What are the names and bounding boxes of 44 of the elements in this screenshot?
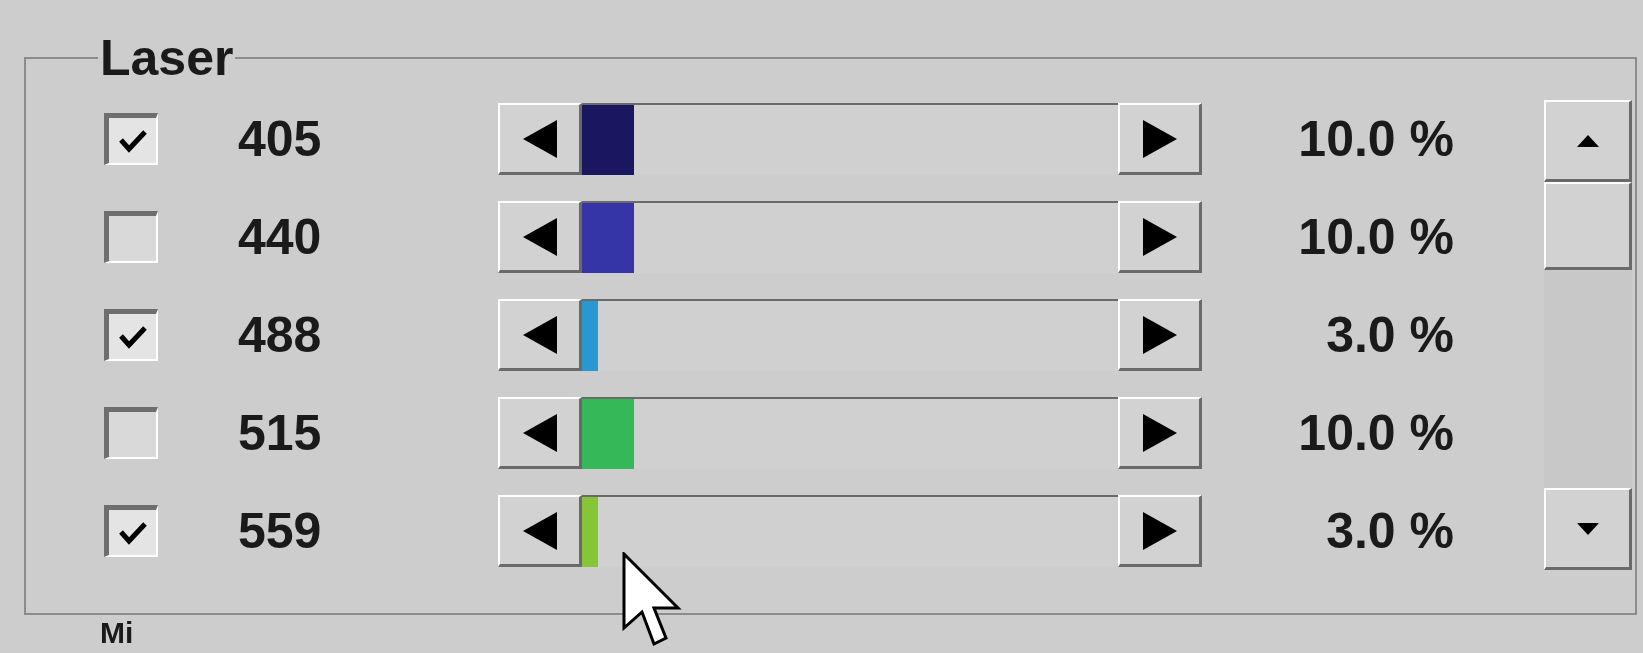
- wavelength-label: 559: [238, 501, 323, 561]
- mouse-pointer-icon: [622, 552, 682, 648]
- left-triangle-icon: [522, 315, 557, 354]
- scroll-thumb[interactable]: [1544, 182, 1632, 270]
- increase-button[interactable]: [1118, 495, 1202, 567]
- scroll-up-button[interactable]: [1544, 100, 1632, 182]
- scroll-down-button[interactable]: [1544, 488, 1632, 570]
- right-triangle-icon: [1142, 119, 1177, 158]
- left-triangle-icon: [522, 413, 557, 452]
- down-triangle-icon: [1576, 522, 1599, 535]
- wavelength-label: 515: [238, 403, 323, 463]
- checkbox[interactable]: [104, 309, 158, 361]
- right-triangle-icon: [1142, 413, 1177, 452]
- wavelength-label: 405: [238, 109, 323, 169]
- right-triangle-icon: [1142, 315, 1177, 354]
- wavelength-label: 488: [238, 305, 323, 365]
- checkbox[interactable]: [104, 211, 158, 263]
- checkbox[interactable]: [104, 505, 158, 557]
- decrease-button[interactable]: [498, 299, 582, 371]
- power-reading: 3.0 %: [1325, 305, 1454, 365]
- power-reading: 10.0 %: [1297, 207, 1454, 267]
- checkbox[interactable]: [104, 113, 158, 165]
- left-triangle-icon: [522, 511, 557, 550]
- decrease-button[interactable]: [498, 495, 582, 567]
- right-triangle-icon: [1142, 217, 1177, 256]
- power-reading: 10.0 %: [1297, 109, 1454, 169]
- power-reading: 3.0 %: [1325, 501, 1454, 561]
- increase-button[interactable]: [1118, 397, 1202, 469]
- decrease-button[interactable]: [498, 103, 582, 175]
- scrollbar[interactable]: [1544, 100, 1632, 570]
- wavelength-label: 440: [238, 207, 323, 267]
- right-triangle-icon: [1142, 511, 1177, 550]
- increase-button[interactable]: [1118, 299, 1202, 371]
- increase-button[interactable]: [1118, 201, 1202, 273]
- checkbox[interactable]: [104, 407, 158, 459]
- group-title: Mi: [100, 617, 135, 649]
- decrease-button[interactable]: [498, 201, 582, 273]
- up-triangle-icon: [1576, 134, 1599, 147]
- group-title: Laser: [99, 30, 235, 86]
- increase-button[interactable]: [1118, 103, 1202, 175]
- power-reading: 10.0 %: [1297, 403, 1454, 463]
- left-triangle-icon: [522, 119, 557, 158]
- left-triangle-icon: [522, 217, 557, 256]
- decrease-button[interactable]: [498, 397, 582, 469]
